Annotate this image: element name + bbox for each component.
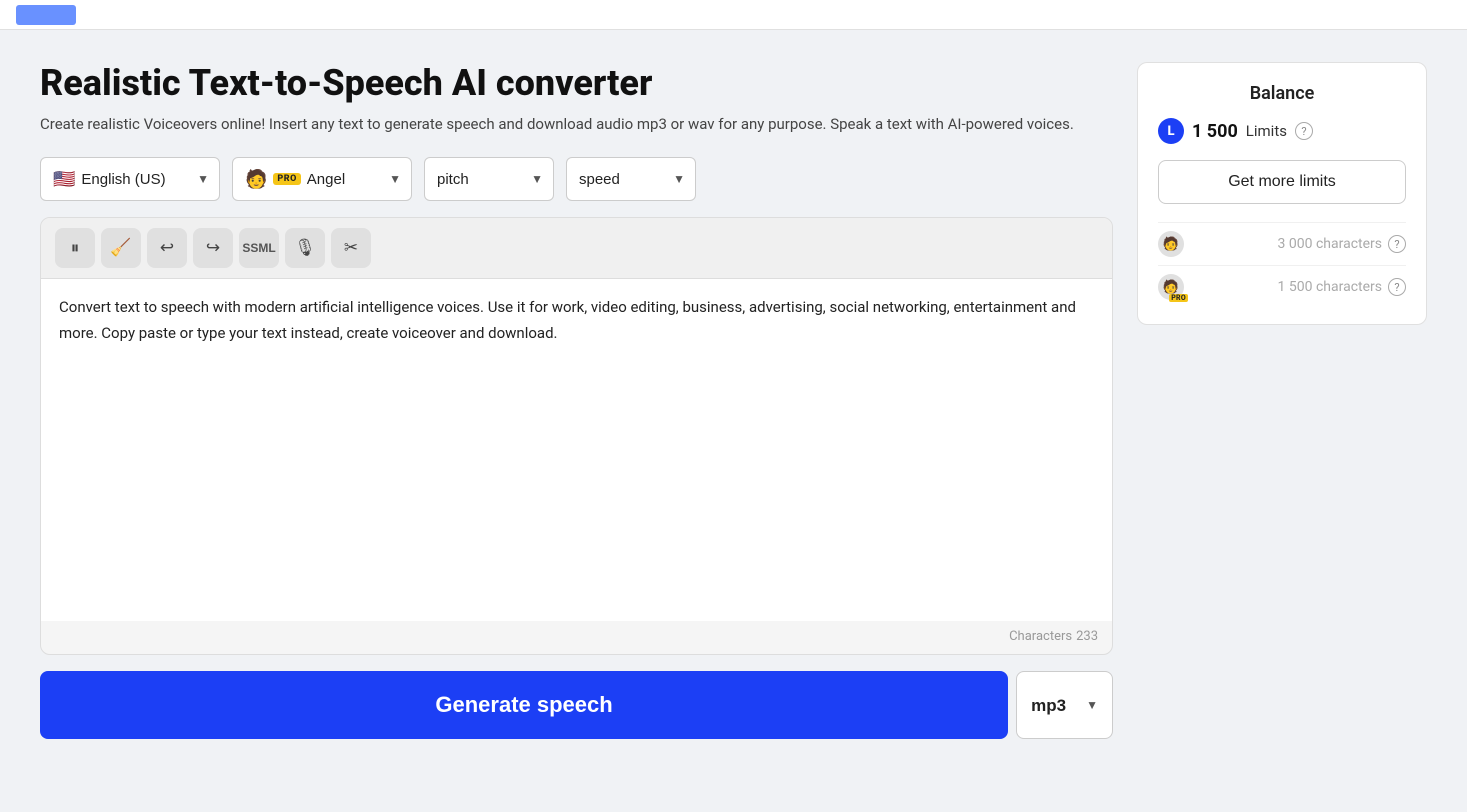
pause-button[interactable]: ⏸ [55, 228, 95, 268]
pitch-select[interactable]: pitch x-low low medium high x-high [437, 171, 511, 188]
limit-standard-icon: 🧑 [1158, 231, 1184, 257]
limit-row-standard: 🧑 3 000 characters ? [1158, 222, 1406, 265]
balance-help-icon[interactable]: ? [1295, 122, 1313, 140]
balance-unit: Limits [1246, 122, 1287, 140]
voice-select[interactable]: Angel Emma John Sarah [307, 171, 371, 188]
voice-dropdown[interactable]: 🧑 PRO Angel Emma John Sarah ▼ [232, 157, 412, 201]
char-count-bar: Characters 233 [41, 621, 1112, 654]
top-bar [0, 0, 1467, 30]
undo-icon: ↩ [160, 238, 174, 258]
sidebar: Balance L 1 500 Limits ? Get more limits… [1137, 62, 1427, 739]
balance-title: Balance [1158, 83, 1406, 104]
language-dropdown-arrow: ▼ [197, 172, 209, 186]
flag-icon: 🇺🇸 [53, 169, 75, 190]
text-input[interactable]: Convert text to speech with modern artif… [59, 295, 1094, 601]
format-select[interactable]: mp3 wav [1031, 696, 1082, 715]
voice-avatar-icon: 🧑 [245, 169, 267, 190]
generate-speech-button[interactable]: Generate speech [40, 671, 1008, 739]
page-title: Realistic Text-to-Speech AI converter [40, 62, 1113, 105]
balance-number: 1 500 [1192, 121, 1238, 142]
format-dropdown-arrow: ▼ [1086, 698, 1098, 712]
ssml-button[interactable]: SSML [239, 228, 279, 268]
controls-row: 🇺🇸 English (US) English (UK) Spanish Fre… [40, 157, 1113, 201]
get-more-limits-button[interactable]: Get more limits [1158, 160, 1406, 204]
page-subtitle: Create realistic Voiceovers online! Inse… [40, 115, 1113, 133]
voice-dropdown-arrow: ▼ [389, 172, 401, 186]
limit-pro-text: 1 500 characters [1184, 279, 1382, 295]
logo [16, 5, 76, 25]
speed-dropdown-arrow: ▼ [673, 172, 685, 186]
undo-button[interactable]: ↩ [147, 228, 187, 268]
scissors-icon: ✂ [344, 238, 358, 258]
ssml-icon: SSML [242, 241, 275, 255]
bottom-row: Generate speech mp3 wav ▼ [40, 671, 1113, 739]
speed-dropdown[interactable]: speed x-slow slow medium fast x-fast ▼ [566, 157, 696, 201]
limit-pro-help-icon[interactable]: ? [1388, 278, 1406, 296]
language-dropdown[interactable]: 🇺🇸 English (US) English (UK) Spanish Fre… [40, 157, 220, 201]
voice-sample-button[interactable]: 🎙 [285, 228, 325, 268]
speed-select[interactable]: speed x-slow slow medium fast x-fast [579, 171, 653, 188]
redo-button[interactable]: ↪ [193, 228, 233, 268]
limit-pro-icon-wrap: 🧑 PRO [1158, 274, 1184, 300]
microphone-icon: 🎙 [294, 238, 316, 258]
clean-button[interactable]: 🧹 [101, 228, 141, 268]
language-select[interactable]: English (US) English (UK) Spanish French… [81, 171, 186, 188]
content-area: Realistic Text-to-Speech AI converter Cr… [40, 62, 1113, 739]
main-container: Realistic Text-to-Speech AI converter Cr… [0, 30, 1467, 771]
char-count-value: 233 [1076, 629, 1098, 644]
limit-standard-text: 3 000 characters [1184, 236, 1382, 252]
editor-container: ⏸ 🧹 ↩ ↪ SSML 🎙 ✂ [40, 217, 1113, 655]
char-count-label: Characters [1009, 629, 1072, 644]
redo-icon: ↪ [206, 238, 220, 258]
pause-icon: ⏸ [71, 238, 80, 258]
balance-card: Balance L 1 500 Limits ? Get more limits… [1137, 62, 1427, 325]
toolbar: ⏸ 🧹 ↩ ↪ SSML 🎙 ✂ [41, 218, 1112, 279]
limit-row-pro: 🧑 PRO 1 500 characters ? [1158, 265, 1406, 308]
limit-standard-help-icon[interactable]: ? [1388, 235, 1406, 253]
broom-icon: 🧹 [110, 238, 131, 258]
pitch-dropdown-arrow: ▼ [531, 172, 543, 186]
pitch-dropdown[interactable]: pitch x-low low medium high x-high ▼ [424, 157, 554, 201]
text-area-wrapper: Convert text to speech with modern artif… [41, 279, 1112, 621]
balance-amount-row: L 1 500 Limits ? [1158, 118, 1406, 144]
pro-badge: PRO [273, 173, 300, 185]
balance-circle: L [1158, 118, 1184, 144]
scissors-button[interactable]: ✂ [331, 228, 371, 268]
limit-pro-badge: PRO [1169, 294, 1188, 302]
format-select-wrapper[interactable]: mp3 wav ▼ [1016, 671, 1113, 739]
limit-standard-icon-wrap: 🧑 [1158, 231, 1184, 257]
